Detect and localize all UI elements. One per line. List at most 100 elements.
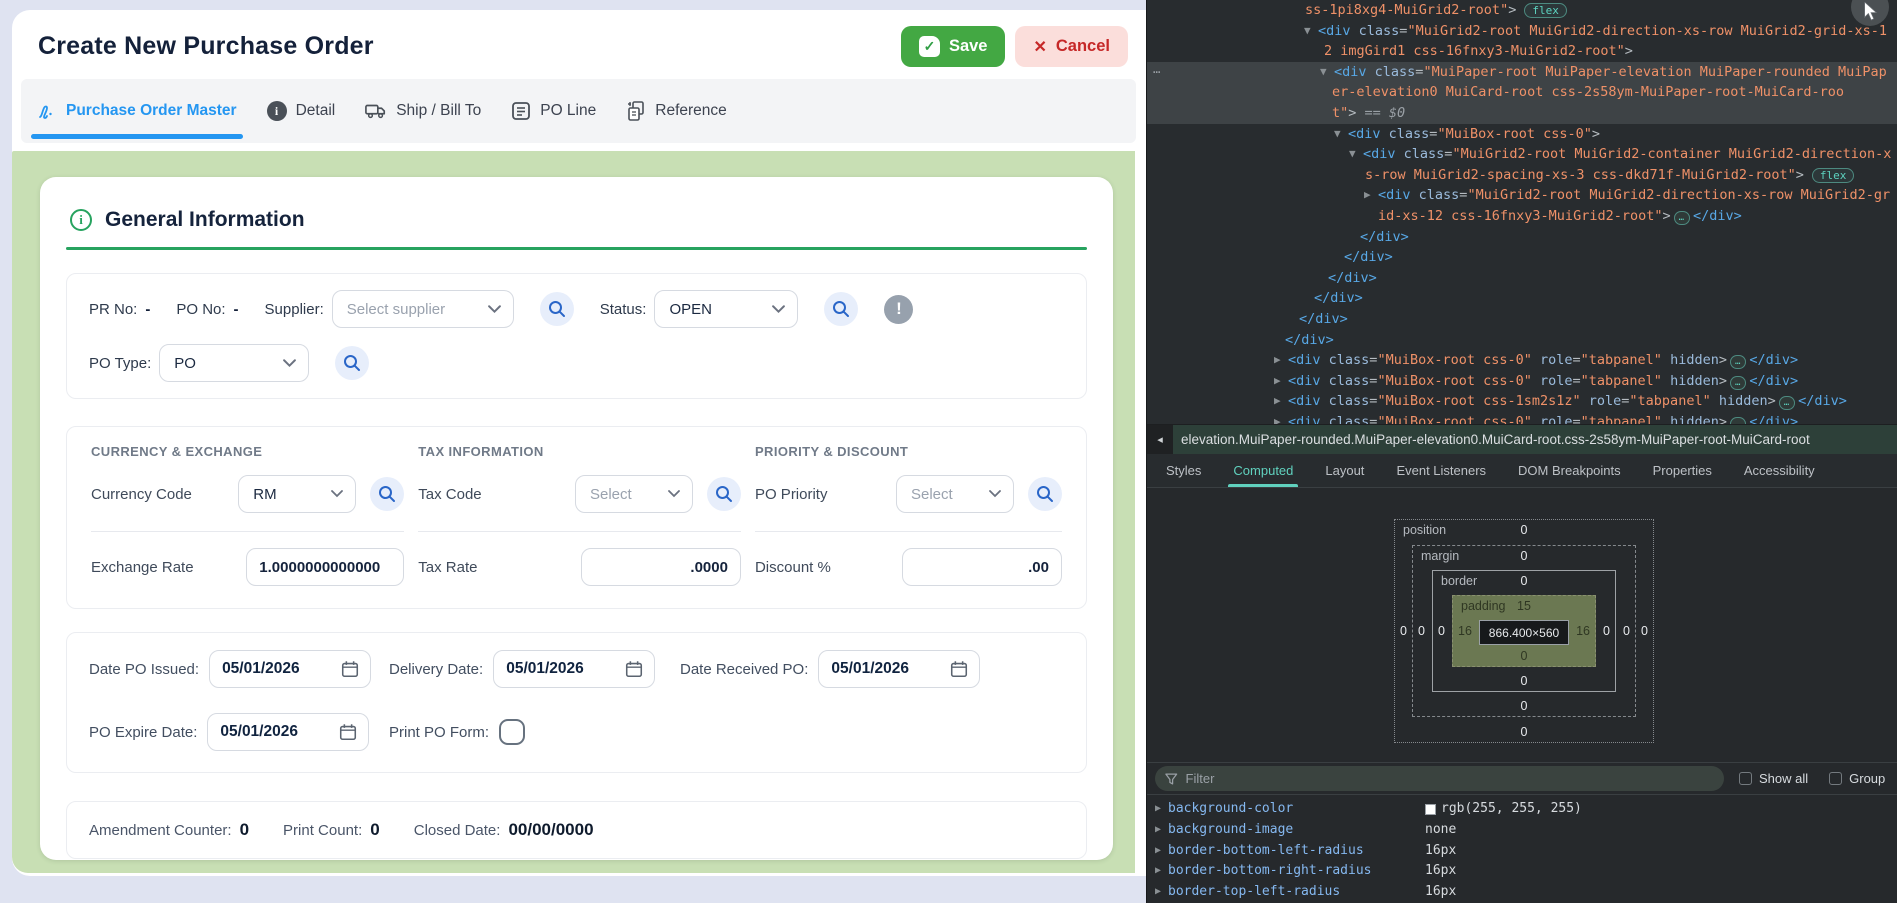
supplier-select[interactable]: Select supplier bbox=[332, 290, 514, 328]
tab-computed[interactable]: Computed bbox=[1228, 454, 1298, 487]
box-model-position[interactable]: position 0 0 0 0 margin 0 0 0 0 border 0 bbox=[1394, 519, 1654, 743]
dom-line[interactable]: er-elevation0 MuiCard-root css-2s58ym-Mu… bbox=[1147, 82, 1897, 103]
expand-arrow-icon[interactable]: ▶ bbox=[1364, 185, 1371, 206]
po-type-select[interactable]: PO bbox=[159, 344, 309, 382]
expand-arrow-icon[interactable]: ▶ bbox=[1274, 391, 1281, 412]
tab-detail[interactable]: i Detail bbox=[267, 79, 336, 143]
po-priority-select[interactable]: Select bbox=[896, 475, 1014, 513]
computed-property-row[interactable]: ▶border-bottom-left-radius16px bbox=[1147, 841, 1897, 862]
dom-line[interactable]: ▼<div class="MuiGrid2-root MuiGrid2-cont… bbox=[1147, 144, 1897, 165]
collapse-arrow-icon[interactable]: ▼ bbox=[1320, 62, 1327, 83]
computed-property-row[interactable]: ▶background-colorrgb(255, 255, 255) bbox=[1147, 799, 1897, 820]
computed-property-row[interactable]: ▶border-top-left-radius16px bbox=[1147, 882, 1897, 903]
ellipsis-expander[interactable]: … bbox=[1730, 376, 1746, 390]
more-actions-icon[interactable]: ⋯ bbox=[1153, 62, 1161, 83]
tab-properties[interactable]: Properties bbox=[1648, 454, 1717, 487]
dom-line[interactable]: ▼<div class="MuiBox-root css-0"> bbox=[1147, 124, 1897, 145]
flex-badge[interactable]: flex bbox=[1812, 168, 1855, 183]
dom-line[interactable]: </div> bbox=[1147, 330, 1897, 351]
save-button[interactable]: ✓ Save bbox=[901, 26, 1006, 67]
ellipsis-expander[interactable]: … bbox=[1730, 355, 1746, 369]
tab-ship-bill-to[interactable]: Ship / Bill To bbox=[365, 79, 481, 143]
tab-po-line[interactable]: PO Line bbox=[511, 79, 596, 143]
dom-line[interactable]: </div> bbox=[1147, 309, 1897, 330]
show-all-checkbox[interactable] bbox=[1739, 772, 1752, 785]
ellipsis-expander[interactable]: … bbox=[1779, 396, 1795, 410]
ellipsis-expander[interactable]: … bbox=[1730, 417, 1746, 424]
box-model-content[interactable]: 866.400×560 bbox=[1479, 620, 1569, 645]
tab-reference[interactable]: Reference bbox=[626, 79, 727, 143]
dom-line[interactable]: </div> bbox=[1147, 268, 1897, 289]
calendar-icon[interactable] bbox=[338, 722, 358, 742]
collapse-arrow-icon[interactable]: ▼ bbox=[1334, 124, 1341, 145]
box-model-padding[interactable]: padding 15 0 16 16 866.400×560 bbox=[1452, 595, 1596, 667]
tab-styles[interactable]: Styles bbox=[1161, 454, 1206, 487]
exchange-rate-input[interactable] bbox=[246, 548, 404, 586]
expand-arrow-icon[interactable]: ▶ bbox=[1155, 841, 1161, 862]
calendar-icon[interactable] bbox=[340, 659, 360, 679]
tab-purchase-order-master[interactable]: Purchase Order Master bbox=[37, 79, 237, 143]
dom-line[interactable]: ▶<div class="MuiBox-root css-0" role="ta… bbox=[1147, 412, 1897, 424]
dom-line[interactable]: ▶<div class="MuiBox-root css-0" role="ta… bbox=[1147, 371, 1897, 392]
breadcrumb[interactable]: elevation.MuiPaper-rounded.MuiPaper-elev… bbox=[1173, 425, 1897, 454]
flex-badge[interactable]: flex bbox=[1524, 3, 1567, 18]
cancel-button[interactable]: ✕ Cancel bbox=[1015, 26, 1128, 67]
computed-property-row[interactable]: ▶background-imagenone bbox=[1147, 820, 1897, 841]
tab-dom-breakpoints[interactable]: DOM Breakpoints bbox=[1513, 454, 1626, 487]
expand-arrow-icon[interactable]: ▶ bbox=[1155, 799, 1161, 820]
dom-line[interactable]: </div> bbox=[1147, 247, 1897, 268]
dom-line[interactable]: ⋯▼<div class="MuiPaper-root MuiPaper-ele… bbox=[1147, 62, 1897, 83]
box-model-margin[interactable]: margin 0 0 0 0 border 0 0 0 0 padding bbox=[1412, 545, 1636, 717]
date-received-input[interactable]: 05/01/2026 bbox=[818, 650, 980, 688]
dom-line[interactable]: </div> bbox=[1147, 288, 1897, 309]
filter-input[interactable] bbox=[1186, 771, 1714, 786]
currency-code-select[interactable]: RM bbox=[238, 475, 356, 513]
status-search-icon[interactable] bbox=[824, 292, 858, 326]
tax-rate-input[interactable] bbox=[581, 548, 741, 586]
tab-event-listeners[interactable]: Event Listeners bbox=[1391, 454, 1491, 487]
tab-accessibility[interactable]: Accessibility bbox=[1739, 454, 1820, 487]
color-swatch[interactable] bbox=[1425, 804, 1436, 815]
discount-input[interactable] bbox=[902, 548, 1062, 586]
tax-code-select[interactable]: Select bbox=[575, 475, 693, 513]
dom-line[interactable]: ss-1pi8xg4-MuiGrid2-root">flex bbox=[1147, 0, 1897, 21]
tab-layout[interactable]: Layout bbox=[1320, 454, 1369, 487]
expand-arrow-icon[interactable]: ▶ bbox=[1274, 350, 1281, 371]
expand-arrow-icon[interactable]: ▶ bbox=[1155, 882, 1161, 903]
expand-arrow-icon[interactable]: ▶ bbox=[1155, 820, 1161, 841]
ellipsis-expander[interactable]: … bbox=[1674, 211, 1690, 225]
dom-line[interactable]: s-row MuiGrid2-spacing-xs-3 css-dkd71f-M… bbox=[1147, 165, 1897, 186]
dom-token: <div bbox=[1288, 393, 1321, 409]
dom-line[interactable]: </div> bbox=[1147, 227, 1897, 248]
delivery-date-input[interactable]: 05/01/2026 bbox=[493, 650, 655, 688]
computed-property-row[interactable]: ▶border-bottom-right-radius16px bbox=[1147, 861, 1897, 882]
po-expire-input[interactable]: 05/01/2026 bbox=[207, 713, 369, 751]
dom-line[interactable]: ▶<div class="MuiBox-root css-1sm2s1z" ro… bbox=[1147, 391, 1897, 412]
collapse-arrow-icon[interactable]: ▼ bbox=[1304, 21, 1311, 42]
dom-line[interactable]: ▼<div class="MuiGrid2-root MuiGrid2-dire… bbox=[1147, 21, 1897, 42]
calendar-icon[interactable] bbox=[624, 659, 644, 679]
group-checkbox[interactable] bbox=[1829, 772, 1842, 785]
po-priority-search-icon[interactable] bbox=[1028, 477, 1062, 511]
tax-code-search-icon[interactable] bbox=[707, 477, 741, 511]
print-po-form-checkbox[interactable] bbox=[499, 719, 525, 745]
supplier-search-icon[interactable] bbox=[540, 292, 574, 326]
expand-arrow-icon[interactable]: ▶ bbox=[1274, 371, 1281, 392]
breadcrumb-back-icon[interactable]: ◂ bbox=[1147, 425, 1173, 454]
dom-line[interactable]: id-xs-12 css-16fnxy3-MuiGrid2-root">…</d… bbox=[1147, 206, 1897, 227]
box-model-border[interactable]: border 0 0 0 0 padding 15 0 16 16 bbox=[1432, 570, 1616, 692]
status-select[interactable]: OPEN bbox=[654, 290, 798, 328]
dom-line[interactable]: t"> == $0 bbox=[1147, 103, 1897, 124]
date-po-issued-input[interactable]: 05/01/2026 bbox=[209, 650, 371, 688]
calendar-icon[interactable] bbox=[949, 659, 969, 679]
expand-arrow-icon[interactable]: ▶ bbox=[1274, 412, 1281, 424]
dom-line[interactable]: ▶<div class="MuiBox-root css-0" role="ta… bbox=[1147, 350, 1897, 371]
currency-search-icon[interactable] bbox=[370, 477, 404, 511]
dom-line[interactable]: 2 imgGird1 css-16fnxy3-MuiGrid2-root"> bbox=[1147, 41, 1897, 62]
exchange-rate-row: Exchange Rate bbox=[91, 547, 404, 587]
dom-line[interactable]: ▶<div class="MuiGrid2-root MuiGrid2-dire… bbox=[1147, 185, 1897, 206]
po-type-search-icon[interactable] bbox=[335, 346, 369, 380]
expand-arrow-icon[interactable]: ▶ bbox=[1155, 861, 1161, 882]
dom-token: hidden bbox=[1662, 373, 1719, 389]
collapse-arrow-icon[interactable]: ▼ bbox=[1349, 144, 1356, 165]
